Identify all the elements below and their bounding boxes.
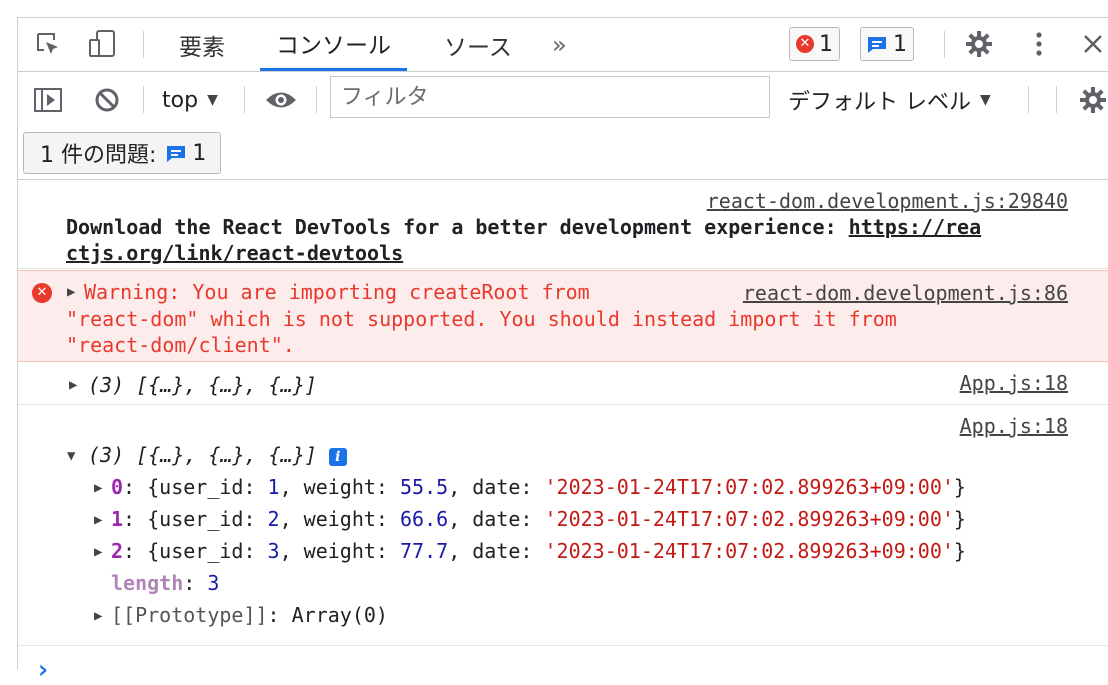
array-summary-text: (3) [{…}, {…}, {…}] xyxy=(88,443,317,467)
message-text-main: Download the React DevTools for a better… xyxy=(66,215,849,239)
show-sidebar-icon[interactable] xyxy=(32,85,64,115)
devtools-link-part1[interactable]: https://rea xyxy=(849,215,981,239)
tab-console[interactable]: コンソール xyxy=(260,18,407,71)
console-settings-gear-icon[interactable] xyxy=(1078,85,1108,115)
log-level-selector[interactable]: デフォルト レベル ▼ xyxy=(788,83,991,117)
array-item[interactable]: 0: {user_id: 1, weight: 55.5, date: '202… xyxy=(111,475,966,499)
page-top-strip xyxy=(0,0,1108,17)
live-expression-eye-icon[interactable] xyxy=(264,85,298,115)
console-messages: react-dom.development.js:29840 Download … xyxy=(18,180,1108,685)
array-length: length: 3 xyxy=(111,571,220,595)
filter-input[interactable] xyxy=(330,76,770,118)
array-item[interactable]: 2: {user_id: 3, weight: 77.7, date: '202… xyxy=(111,539,966,563)
toolbar-divider xyxy=(1028,86,1029,113)
expand-triangle-icon[interactable]: ▶ xyxy=(94,544,102,560)
expand-triangle-icon[interactable]: ▶ xyxy=(69,377,77,393)
inspect-element-icon[interactable] xyxy=(32,28,64,60)
context-selector[interactable]: top ▼ xyxy=(162,83,218,117)
issues-button[interactable]: 1 件の問題: 1 xyxy=(23,132,222,174)
page-left-edge xyxy=(0,17,18,670)
console-message-log: App.js:18 ▶ (3) [{…}, {…}, {…}] xyxy=(18,363,1108,405)
console-message-log: react-dom.development.js:29840 Download … xyxy=(18,180,1108,269)
array-item[interactable]: 1: {user_id: 2, weight: 66.6, date: '202… xyxy=(111,507,966,531)
dropdown-arrow-icon: ▼ xyxy=(980,92,991,108)
device-toolbar-icon[interactable] xyxy=(86,28,120,60)
devtools-link-part2[interactable]: ctjs.org/link/react-devtools xyxy=(66,241,403,265)
toolbar-divider xyxy=(316,86,317,113)
devtools-tab-bar: 要素 コンソール ソース » ✕ 1 1 xyxy=(18,17,1108,72)
array-summary[interactable]: (3) [{…}, {…}, {…}] i xyxy=(88,443,347,467)
dropdown-arrow-icon: ▼ xyxy=(207,92,218,108)
issues-label: 1 件の問題: xyxy=(40,143,157,168)
source-link[interactable]: react-dom.development.js:86 xyxy=(743,281,1068,305)
array-prototype[interactable]: [[Prototype]]: Array(0) xyxy=(111,603,388,627)
warning-line-3: "react-dom/client". xyxy=(66,333,295,357)
context-label: top xyxy=(162,87,199,113)
more-options-icon[interactable] xyxy=(1024,29,1054,59)
tab-sources[interactable]: ソース xyxy=(428,18,528,71)
console-message-log-expanded: App.js:18 ▼ (3) [{…}, {…}, {…}] i ▶ 0: {… xyxy=(18,406,1108,646)
console-toolbar: top ▼ デフォルト レベル ▼ xyxy=(18,72,1108,126)
clear-console-icon[interactable] xyxy=(92,85,122,115)
settings-gear-icon[interactable] xyxy=(964,29,994,59)
console-prompt-icon[interactable]: › xyxy=(35,655,51,685)
message-count-badge[interactable]: 1 xyxy=(860,27,914,61)
error-count: 1 xyxy=(819,31,833,57)
more-tabs-button[interactable]: » xyxy=(536,18,583,71)
log-level-label: デフォルト レベル xyxy=(788,90,971,115)
issues-bar: 1 件の問題: 1 xyxy=(18,126,1108,180)
error-count-badge[interactable]: ✕ 1 xyxy=(789,27,840,61)
toolbar-divider xyxy=(244,86,245,113)
warning-line-2: "react-dom" which is not supported. You … xyxy=(66,307,897,331)
error-icon: ✕ xyxy=(32,283,52,303)
issues-count: 1 xyxy=(192,140,207,166)
message-icon xyxy=(867,35,887,53)
source-link[interactable]: App.js:18 xyxy=(960,371,1068,395)
devtools-panel: 要素 コンソール ソース » ✕ 1 1 top ▼ フィルタ デフォルト レベ… xyxy=(18,17,1108,685)
collapse-triangle-icon[interactable]: ▼ xyxy=(67,448,75,464)
message-count: 1 xyxy=(893,31,907,57)
toolbar-divider xyxy=(1056,86,1057,113)
expand-triangle-icon[interactable]: ▶ xyxy=(94,480,102,496)
array-summary[interactable]: (3) [{…}, {…}, {…}] xyxy=(88,373,317,397)
info-icon: i xyxy=(328,447,347,466)
warning-line-1: Warning: You are importing createRoot fr… xyxy=(84,280,590,304)
error-icon: ✕ xyxy=(796,35,814,53)
expand-triangle-icon[interactable]: ▶ xyxy=(94,608,102,624)
source-link[interactable]: react-dom.development.js:29840 xyxy=(707,189,1068,213)
toolbar-divider xyxy=(143,31,144,58)
toolbar-divider xyxy=(143,86,144,113)
message-text: Download the React DevTools for a better… xyxy=(66,215,981,239)
source-link[interactable]: App.js:18 xyxy=(960,414,1068,438)
close-icon[interactable] xyxy=(1078,29,1108,59)
console-message-error: ✕ react-dom.development.js:86 ▶ Warning:… xyxy=(18,270,1108,362)
expand-triangle-icon[interactable]: ▶ xyxy=(67,284,75,300)
message-icon xyxy=(166,144,186,162)
tab-elements[interactable]: 要素 xyxy=(163,18,241,71)
expand-triangle-icon[interactable]: ▶ xyxy=(94,512,102,528)
toolbar-divider xyxy=(944,31,945,58)
